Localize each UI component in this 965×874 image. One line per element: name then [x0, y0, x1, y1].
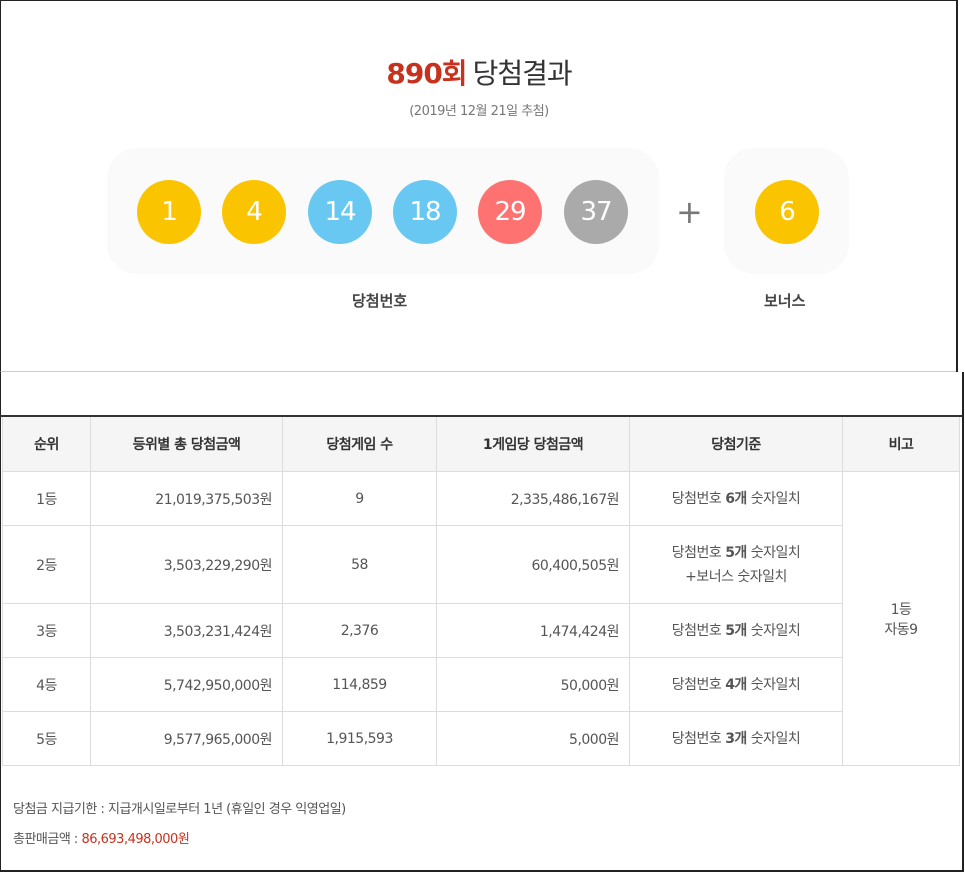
criteria-suffix: 숫자일치 — [746, 730, 801, 747]
number-ball: 14 — [308, 180, 372, 244]
table-row: 2등 3,503,229,290원 58 60,400,505원 당첨번호 5개… — [2, 525, 960, 604]
number-ball: 4 — [222, 180, 286, 244]
criteria-suffix: 숫자일치 — [746, 490, 801, 507]
number-ball: 1 — [137, 180, 201, 244]
bonus-ball: 6 — [755, 180, 819, 244]
prize-per-game-cell: 2,335,486,167원 — [436, 471, 630, 526]
winner-count-cell: 1,915,593 — [282, 711, 437, 766]
frame-edge — [0, 870, 964, 872]
prize-per-game-cell: 50,000원 — [436, 657, 630, 712]
criteria-suffix: 숫자일치 — [746, 622, 801, 639]
criteria-prefix: 당첨번호 — [671, 622, 726, 639]
note-line2: 자동9 — [884, 621, 918, 638]
prize-per-game-cell: 5,000원 — [436, 711, 630, 766]
frame-edge — [962, 372, 964, 872]
header-rank: 순위 — [2, 417, 91, 472]
header-winner-count: 당첨게임 수 — [282, 417, 437, 472]
total-sales-label: 총판매금액 : — [13, 832, 82, 847]
round-number: 890회 — [386, 57, 467, 90]
criteria-suffix: 숫자일치 — [746, 544, 801, 561]
criteria-prefix: 당첨번호 — [671, 544, 726, 561]
prize-per-game-cell: 1,474,424원 — [436, 603, 630, 658]
criteria-cell: 당첨번호 3개 숫자일치 — [629, 711, 843, 766]
number-ball: 37 — [564, 180, 628, 244]
total-sales-value: 86,693,498,000원 — [81, 832, 190, 847]
header-note: 비고 — [842, 417, 960, 472]
winner-count-cell: 58 — [282, 525, 437, 604]
rank-cell: 3등 — [2, 603, 91, 658]
criteria-count: 5개 — [725, 622, 747, 639]
table-row: 5등 9,577,965,000원 1,915,593 5,000원 당첨번호 … — [2, 711, 960, 766]
table-header-row: 순위 등위별 총 당첨금액 당첨게임 수 1게임당 당첨금액 당첨기준 비고 — [2, 417, 960, 472]
winning-numbers-label: 당첨번호 — [352, 292, 408, 310]
criteria-prefix: 당첨번호 — [671, 490, 726, 507]
total-prize-cell: 21,019,375,503원 — [90, 471, 283, 526]
criteria-cell: 당첨번호 5개 숫자일치 — [629, 603, 843, 658]
plus-sign: + — [676, 193, 703, 231]
bonus-label: 보너스 — [764, 292, 806, 310]
title-label: 당첨결과 — [472, 57, 573, 90]
results-table: 순위 등위별 총 당첨금액 당첨게임 수 1게임당 당첨금액 당첨기준 비고 1… — [2, 417, 960, 766]
winner-count-cell: 114,859 — [282, 657, 437, 712]
page-title: 890회 당첨결과 — [0, 52, 958, 92]
criteria-count: 5개 — [725, 544, 747, 561]
criteria-cell: 당첨번호 5개 숫자일치 +보너스 숫자일치 — [629, 525, 843, 604]
winner-count-cell: 9 — [282, 471, 437, 526]
total-prize-cell: 5,742,950,000원 — [90, 657, 283, 712]
total-sales: 총판매금액 : 86,693,498,000원 — [13, 828, 190, 847]
note-cell: 1등 자동9 — [842, 471, 960, 766]
rank-cell: 2등 — [2, 525, 91, 604]
table-row: 3등 3,503,231,424원 2,376 1,474,424원 당첨번호 … — [2, 603, 960, 658]
rank-cell: 4등 — [2, 657, 91, 712]
header-criteria: 당첨기준 — [629, 417, 843, 472]
criteria-prefix: 당첨번호 — [671, 676, 726, 693]
note-line1: 1등 — [890, 601, 912, 618]
criteria-cell: 당첨번호 4개 숫자일치 — [629, 657, 843, 712]
rank-cell: 5등 — [2, 711, 91, 766]
draw-date: (2019년 12월 21일 추첨) — [409, 104, 549, 119]
table-row: 4등 5,742,950,000원 114,859 50,000원 당첨번호 4… — [2, 657, 960, 712]
total-prize-cell: 3,503,229,290원 — [90, 525, 283, 604]
number-ball: 18 — [393, 180, 457, 244]
rank-cell: 1등 — [2, 471, 91, 526]
criteria-count: 3개 — [725, 730, 747, 747]
header-prize-per-game: 1게임당 당첨금액 — [436, 417, 630, 472]
criteria-cell: 당첨번호 6개 숫자일치 — [629, 471, 843, 526]
criteria-bonus: +보너스 숫자일치 — [685, 568, 787, 585]
frame-edge — [0, 372, 1, 872]
criteria-suffix: 숫자일치 — [746, 676, 801, 693]
total-prize-cell: 9,577,965,000원 — [90, 711, 283, 766]
criteria-prefix: 당첨번호 — [671, 730, 726, 747]
prize-per-game-cell: 60,400,505원 — [436, 525, 630, 604]
criteria-count: 4개 — [725, 676, 747, 693]
payout-deadline-note: 당첨금 지급기한 : 지급개시일로부터 1년 (휴일인 경우 익영업일) — [13, 802, 346, 817]
number-ball: 29 — [478, 180, 542, 244]
winner-count-cell: 2,376 — [282, 603, 437, 658]
total-prize-cell: 3,503,231,424원 — [90, 603, 283, 658]
table-row: 1등 21,019,375,503원 9 2,335,486,167원 당첨번호… — [2, 471, 960, 766]
header-total-prize: 등위별 총 당첨금액 — [90, 417, 283, 472]
criteria-count: 6개 — [725, 490, 747, 507]
